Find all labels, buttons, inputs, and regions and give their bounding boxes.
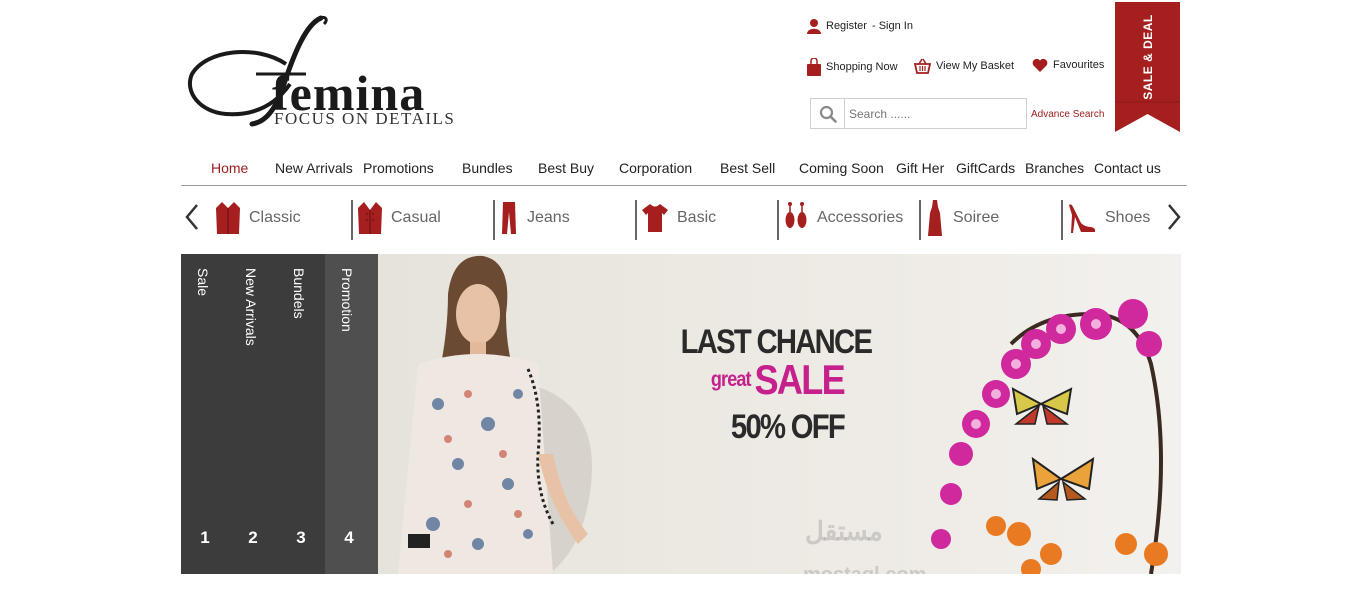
category-label: Jeans [527, 209, 570, 226]
nav-best-buy[interactable]: Best Buy [538, 160, 594, 176]
butterfly-icon [1011, 387, 1073, 425]
category-prev-arrow[interactable] [181, 200, 203, 234]
page: femina FOCUS ON DETAILS Register - Sign … [0, 0, 1366, 602]
nav-gift-her[interactable]: Gift Her [896, 160, 944, 176]
register-signin-links: Register - Sign In [807, 18, 913, 34]
watermark-latin: mostaql.com [803, 564, 926, 574]
heel-shoe-icon [1069, 204, 1096, 233]
view-basket-label: View My Basket [936, 60, 1015, 72]
category-next-arrow[interactable] [1163, 200, 1185, 234]
banner-discount: 50% OFF [730, 408, 846, 446]
category-casual[interactable]: Casual [351, 198, 441, 240]
cardigan-icon [358, 202, 382, 234]
slider-tab-label: Bundels [291, 268, 307, 319]
promo-banner[interactable]: LAST CHANCE great SALE 50% OFF مستقل [378, 254, 1181, 574]
category-classic[interactable]: Classic [215, 198, 301, 238]
search-input[interactable] [845, 99, 1026, 128]
view-basket-link[interactable]: View My Basket [914, 58, 1014, 74]
promo-slider: Sale 1 New Arrivals 2 Bundels 3 Promotio… [181, 254, 1181, 574]
slider-tab-new-arrivals[interactable]: New Arrivals 2 [229, 254, 277, 574]
slider-tabs: Sale 1 New Arrivals 2 Bundels 3 Promotio… [181, 254, 378, 574]
sign-in-link[interactable]: - Sign In [872, 20, 913, 32]
banner-sale: SALE [754, 356, 846, 403]
main-nav: Home New Arrivals Promotions Bundles Bes… [181, 156, 1187, 186]
nav-corporation[interactable]: Corporation [619, 160, 692, 176]
category-label: Soiree [953, 209, 1000, 226]
pants-icon [502, 202, 516, 234]
banner-headline: LAST CHANCE great SALE 50% OFF [654, 323, 873, 446]
slider-tab-number: 4 [344, 528, 354, 547]
nav-promotions[interactable]: Promotions [363, 160, 434, 176]
heart-icon [1032, 58, 1048, 72]
shopping-now-label: Shopping Now [826, 61, 898, 73]
category-bar: Classic Casual Jeans Basic Accessories S… [181, 194, 1187, 244]
nav-coming-soon[interactable]: Coming Soon [799, 160, 884, 176]
category-label: Casual [391, 209, 441, 226]
category-label: Shoes [1105, 209, 1151, 226]
nav-new-arrivals[interactable]: New Arrivals [275, 160, 353, 176]
brand-tagline: FOCUS ON DETAILS [274, 109, 456, 128]
category-basic[interactable]: Basic [635, 198, 717, 240]
basket-icon [914, 58, 931, 74]
slider-tab-number: 2 [248, 528, 258, 547]
slider-tab-sale[interactable]: Sale 1 [181, 254, 229, 574]
fashion-model-image [398, 255, 592, 574]
watermark-arabic: مستقل [805, 516, 883, 546]
nav-best-sell[interactable]: Best Sell [720, 160, 775, 176]
category-jeans[interactable]: Jeans [493, 198, 570, 240]
dress-icon [928, 200, 942, 236]
nav-home[interactable]: Home [211, 160, 248, 176]
slider-tab-label: Sale [195, 268, 211, 297]
advance-search-link[interactable]: Advance Search [1031, 109, 1104, 120]
sale-deal-ribbon[interactable]: SALE & DEAL [1115, 2, 1180, 132]
favourites-link[interactable]: Favourites [1032, 58, 1104, 72]
tshirt-icon [642, 204, 668, 232]
jacket-icon [216, 202, 240, 234]
slider-tab-promotion[interactable]: Promotion 4 [325, 254, 378, 574]
category-label: Basic [677, 209, 717, 226]
search-icon [819, 105, 837, 123]
chevron-right-icon [1168, 204, 1181, 230]
shopping-now-link[interactable]: Shopping Now [807, 58, 898, 76]
banner-line-last-chance: LAST CHANCE [680, 323, 873, 361]
nav-bundles[interactable]: Bundles [462, 160, 513, 176]
shopping-bag-icon [807, 58, 821, 76]
slider-tab-label: Promotion [339, 268, 355, 332]
user-icon [807, 19, 821, 34]
category-label: Accessories [817, 209, 904, 226]
slider-tab-bundels[interactable]: Bundels 3 [277, 254, 325, 574]
nav-branches[interactable]: Branches [1025, 160, 1084, 176]
favourites-label: Favourites [1053, 59, 1105, 71]
search-button[interactable] [811, 99, 845, 128]
category-accessories[interactable]: Accessories [777, 198, 904, 240]
category-soiree[interactable]: Soiree [919, 198, 1000, 240]
nav-giftcards[interactable]: GiftCards [956, 160, 1015, 176]
category-label: Classic [249, 209, 301, 226]
nav-contact-us[interactable]: Contact us [1094, 160, 1161, 176]
search-box [810, 98, 1027, 129]
banner-great: great [710, 368, 752, 391]
category-shoes[interactable]: Shoes [1061, 198, 1151, 240]
femina-logo[interactable]: femina FOCUS ON DETAILS [186, 14, 476, 132]
slider-tab-number: 1 [200, 528, 210, 547]
slider-tab-label: New Arrivals [243, 268, 259, 346]
slider-tab-number: 3 [296, 528, 306, 547]
orchid-flowers-image [931, 299, 1168, 574]
earrings-icon [785, 202, 807, 228]
chevron-left-icon [185, 204, 198, 230]
ribbon-label: SALE & DEAL [1140, 14, 1155, 100]
register-link[interactable]: Register [826, 20, 867, 32]
